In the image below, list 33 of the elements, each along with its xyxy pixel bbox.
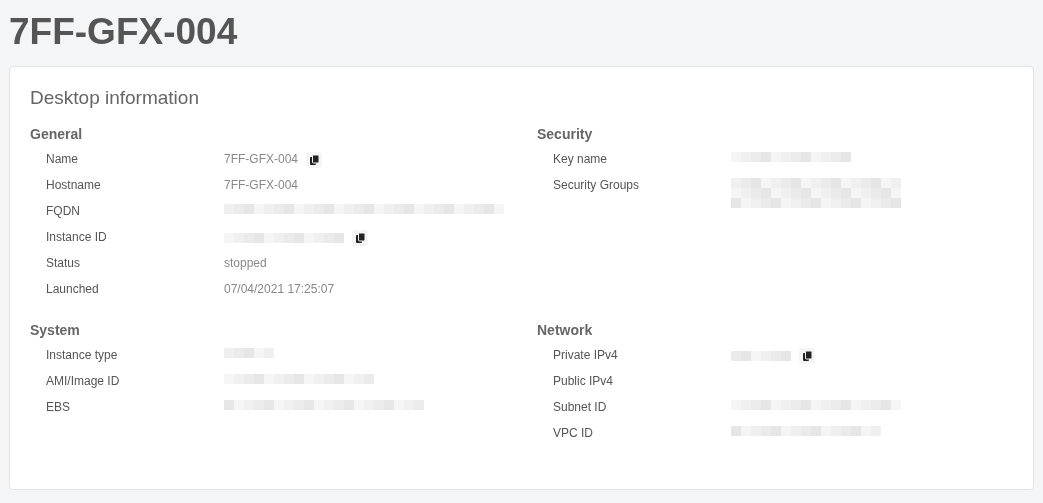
- copy-icon: [802, 350, 812, 361]
- blurred-value: [731, 350, 791, 361]
- field-label: Name: [46, 151, 79, 167]
- field-label: Public IPv4: [553, 373, 615, 389]
- section-title: Network: [537, 320, 594, 340]
- field-label: Subnet ID: [553, 399, 608, 415]
- page-title: 7FF-GFX-004: [9, 10, 239, 54]
- blurred-value: [224, 347, 274, 358]
- card-title: Desktop information: [30, 87, 200, 110]
- field-value: 7FF-GFX-004: [224, 177, 298, 193]
- section-title: General: [30, 124, 84, 144]
- field-label: Hostname: [46, 177, 102, 193]
- copy-button[interactable]: [799, 347, 815, 364]
- field-label: Instance ID: [46, 229, 108, 245]
- field-label: Security Groups: [553, 177, 641, 193]
- field-value: 07/04/2021 17:25:07: [224, 281, 335, 297]
- field-label: EBS: [46, 399, 71, 415]
- section-title: Security: [537, 124, 594, 144]
- field-label: Key name: [553, 151, 609, 167]
- field-label: VPC ID: [553, 425, 594, 441]
- copy-icon: [355, 232, 365, 243]
- field-label: Status: [46, 255, 82, 271]
- field-label: Instance type: [46, 347, 119, 363]
- field-label: Private IPv4: [553, 347, 619, 363]
- copy-button[interactable]: [352, 229, 368, 246]
- field-value: stopped: [224, 255, 267, 271]
- section-title: System: [30, 320, 81, 340]
- field-label: AMI/Image ID: [46, 373, 121, 389]
- copy-button[interactable]: [306, 151, 322, 168]
- copy-icon: [309, 154, 319, 165]
- field-value: 7FF-GFX-004: [224, 152, 298, 168]
- field-label: Launched: [46, 281, 100, 297]
- field-label: FQDN: [46, 203, 81, 219]
